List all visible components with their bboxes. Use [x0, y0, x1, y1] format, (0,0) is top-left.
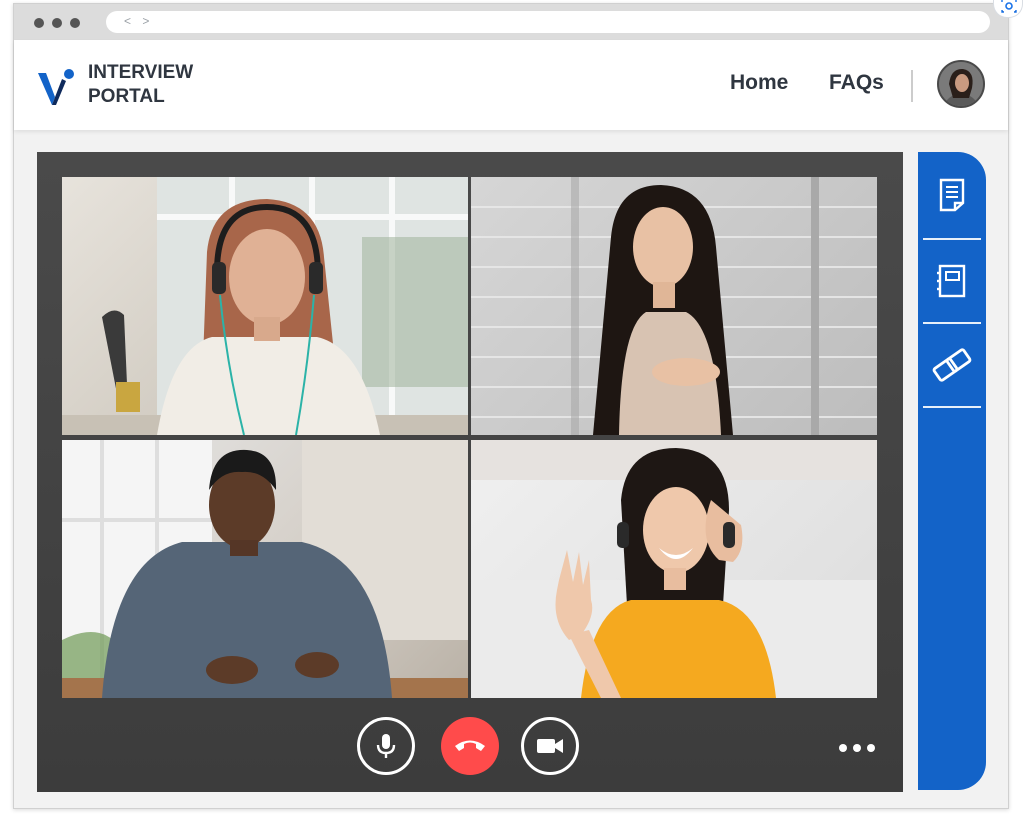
brand-name[interactable]: INTERVIEW PORTAL — [88, 61, 193, 109]
v-logo-icon[interactable] — [36, 67, 76, 107]
notebook-icon — [937, 264, 966, 298]
scan-icon — [1001, 0, 1017, 13]
header-divider — [911, 70, 913, 102]
sidebar-document-button[interactable] — [923, 154, 981, 236]
participant-1-image — [62, 177, 468, 435]
nav-home-link[interactable]: Home — [730, 71, 788, 95]
participant-video-3[interactable] — [62, 440, 468, 698]
participant-2-image — [471, 177, 877, 435]
brand-line-1: INTERVIEW — [88, 62, 194, 83]
nav-faqs-link[interactable]: FAQs — [829, 71, 884, 95]
microphone-button[interactable] — [357, 717, 415, 775]
side-toolbar — [918, 152, 986, 790]
sidebar-notebook-button[interactable] — [923, 240, 981, 322]
window-dot-minimize[interactable] — [52, 18, 62, 28]
brand-line-2: PORTAL — [88, 86, 165, 107]
user-avatar[interactable] — [937, 60, 985, 108]
microphone-icon — [376, 734, 396, 758]
browser-window: < > INTERVIEW PORTAL Home FAQs — [13, 3, 1009, 809]
participant-video-4[interactable] — [471, 440, 877, 698]
address-bar[interactable]: < > — [106, 11, 990, 33]
browser-chrome: < > — [14, 4, 1008, 40]
participant-video-1[interactable] — [62, 177, 468, 435]
avatar-portrait-icon — [939, 62, 983, 106]
window-dot-maximize[interactable] — [70, 18, 80, 28]
link-icon — [932, 348, 972, 382]
corner-widget[interactable] — [993, 0, 1023, 18]
participant-video-2[interactable] — [471, 177, 877, 435]
call-controls — [37, 714, 903, 792]
sidebar-divider — [923, 406, 981, 408]
window-dot-close[interactable] — [34, 18, 44, 28]
participant-4-image — [471, 440, 877, 698]
nav-arrows-icon[interactable]: < > — [124, 14, 153, 28]
video-camera-icon — [537, 739, 563, 753]
more-options-icon[interactable] — [837, 741, 877, 755]
video-call-panel — [37, 152, 903, 792]
document-icon — [939, 178, 965, 212]
video-camera-button[interactable] — [521, 717, 579, 775]
participant-3-image — [62, 440, 468, 698]
sidebar-link-button[interactable] — [923, 324, 981, 406]
end-call-button[interactable] — [441, 717, 499, 775]
app-header: INTERVIEW PORTAL Home FAQs — [14, 40, 1008, 130]
end-call-icon — [455, 740, 485, 751]
